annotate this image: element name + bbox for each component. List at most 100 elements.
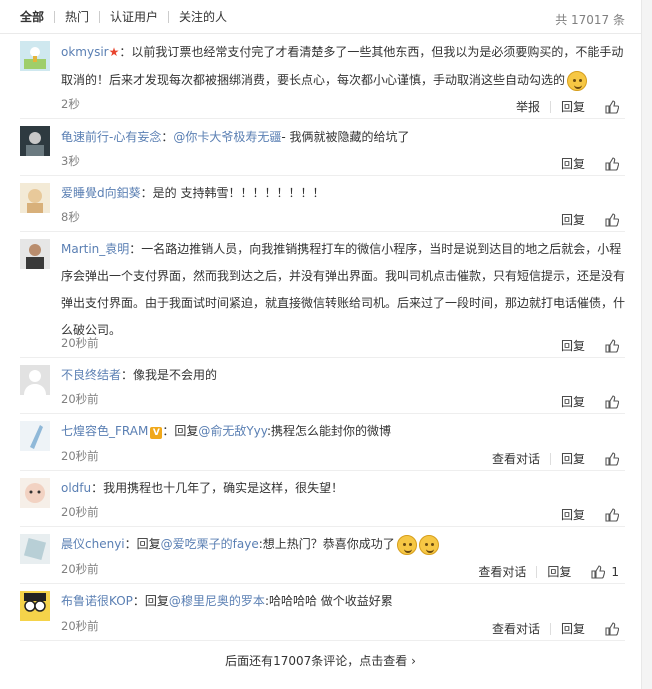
timestamp: 8秒 (61, 210, 80, 224)
comment-actions: 查看对话 回复 (482, 622, 619, 636)
comment-text: ：以前我订票也经常支付完了才看清楚多了一些其他东西，但我以为是必须要购买的，不能… (61, 45, 624, 87)
thumbs-up-icon (605, 452, 619, 466)
username[interactable]: 不良终结者 (61, 368, 121, 382)
view-thread-button[interactable]: 查看对话 (482, 623, 551, 635)
comment-actions: 查看对话 回复 1 (468, 565, 619, 579)
like-count: 1 (611, 565, 619, 579)
comment-body: oldfu：我用携程也十几年了，确实是这样，很失望！ (61, 475, 625, 502)
timestamp: 20秒前 (61, 619, 99, 633)
mention-link[interactable]: @穆里尼奥的罗本 (169, 594, 265, 608)
mention-link[interactable]: @你卡大爷极寿无疆 (173, 130, 281, 144)
comment-body: Martin_袁明：一名路边推销人员，向我推销携程打车的微信小程序，当时是说到达… (61, 236, 625, 344)
reply-button[interactable]: 回复 (537, 566, 581, 578)
like-button[interactable] (595, 339, 619, 353)
comment-actions: 举报 回复 (506, 100, 619, 114)
comment-item: 布鲁诺很KOP：回复@穆里尼奥的罗本:哈哈哈哈 做个收益好累 20秒前 查看对话… (20, 585, 625, 641)
avatar[interactable] (20, 421, 50, 451)
filter-tabs: 全部 热门 认证用户 关注的人 共 17017 条 (0, 0, 641, 34)
like-button[interactable] (595, 213, 619, 227)
view-thread-button[interactable]: 查看对话 (468, 566, 538, 578)
username[interactable]: 七煌容色_FRAM (61, 424, 148, 438)
comment-body: 布鲁诺很KOP：回复@穆里尼奥的罗本:哈哈哈哈 做个收益好累 (61, 588, 625, 615)
comment-actions: 回复 (551, 157, 619, 171)
like-button[interactable] (595, 508, 619, 522)
thumbs-up-icon (605, 339, 619, 353)
thumbs-up-icon (605, 508, 619, 522)
thumbs-up-icon (605, 622, 619, 636)
comment-prefix: ： (161, 130, 174, 144)
comment-prefix: ：回复 (162, 424, 199, 438)
comment-body: 爱睡覺d向鈤葵：是的 支持韩雪！！！！！！！！ (61, 180, 625, 207)
username[interactable]: Martin_袁明 (61, 242, 129, 256)
thumbs-up-icon (605, 213, 619, 227)
like-button[interactable] (595, 100, 619, 114)
scrollbar[interactable] (642, 0, 652, 689)
like-button[interactable] (595, 452, 619, 466)
reply-button[interactable]: 回复 (551, 101, 595, 113)
username[interactable]: 晨仪chenyi (61, 537, 125, 551)
avatar[interactable] (20, 239, 50, 269)
timestamp: 20秒前 (61, 336, 99, 350)
mention-link[interactable]: @爱吃栗子的faye (161, 537, 259, 551)
comment-text: ：是的 支持韩雪！！！！！！！！ (140, 186, 325, 200)
avatar[interactable] (20, 126, 50, 156)
avatar[interactable] (20, 41, 50, 71)
timestamp: 20秒前 (61, 505, 99, 519)
like-button[interactable] (595, 622, 619, 636)
total-count: 共 17017 条 (555, 13, 625, 27)
like-button[interactable]: 1 (581, 565, 619, 579)
reply-button[interactable]: 回复 (551, 340, 595, 352)
avatar[interactable] (20, 591, 50, 621)
timestamp: 20秒前 (61, 562, 99, 576)
username[interactable]: okmysir (61, 45, 109, 59)
reply-button[interactable]: 回复 (551, 453, 595, 465)
thumbs-up-icon (605, 100, 619, 114)
view-thread-button[interactable]: 查看对话 (482, 453, 551, 465)
like-button[interactable] (595, 157, 619, 171)
timestamp: 20秒前 (61, 449, 99, 463)
thumbs-up-icon (605, 395, 619, 409)
mention-link[interactable]: @俞无敌Yyy (198, 424, 267, 438)
reply-button[interactable]: 回复 (551, 214, 595, 226)
report-button[interactable]: 举报 (506, 101, 551, 113)
avatar[interactable] (20, 183, 50, 213)
reply-button[interactable]: 回复 (551, 623, 595, 635)
timestamp: 20秒前 (61, 392, 99, 406)
like-button[interactable] (595, 395, 619, 409)
avatar[interactable] (20, 365, 50, 395)
comment-text: ：像我是不会用的 (121, 368, 218, 382)
reply-button[interactable]: 回复 (551, 509, 595, 521)
comment-item: 七煌容色_FRAM V ：回复@俞无敌Yyy:携程怎么能封你的微博 20秒前 查看对… (20, 415, 625, 471)
avatar[interactable] (20, 534, 50, 564)
username[interactable]: 龟速前行-心有妄念 (61, 130, 161, 144)
comment-item: 爱睡覺d向鈤葵：是的 支持韩雪！！！！！！！！ 8秒 回复 (20, 177, 625, 232)
username[interactable]: 布鲁诺很KOP (61, 594, 133, 608)
comment-item: 不良终结者：像我是不会用的 20秒前 回复 (20, 359, 625, 414)
reply-button[interactable]: 回复 (551, 396, 595, 408)
comment-actions: 回复 (551, 508, 619, 522)
avatar[interactable] (20, 478, 50, 508)
comment-text: ：一名路边推销人员，向我推销携程打车的微信小程序，当时是说到达目的地之后就会，小… (61, 242, 626, 337)
comment-panel: 全部 热门 认证用户 关注的人 共 17017 条 okmysir★：以前我订票… (0, 0, 642, 689)
reply-button[interactable]: 回复 (551, 158, 595, 170)
comment-text: :想上热门？恭喜你成功了 (258, 537, 395, 551)
load-more-text: 后面还有17007条评论，点击查看 (225, 654, 408, 668)
load-more-link[interactable]: 后面还有17007条评论，点击查看 › (0, 652, 641, 669)
username[interactable]: oldfu (61, 481, 91, 495)
comment-actions: 回复 (551, 395, 619, 409)
comment-text: :哈哈哈哈 做个收益好累 (264, 594, 393, 608)
comment-item: okmysir★：以前我订票也经常支付完了才看清楚多了一些其他东西，但我以为是必… (20, 35, 625, 119)
tab-verified[interactable]: 认证用户 (99, 10, 168, 23)
comment-body: 不良终结者：像我是不会用的 (61, 362, 625, 389)
shy-emoji-icon (567, 70, 588, 91)
comment-actions: 回复 (551, 213, 619, 227)
username[interactable]: 爱睡覺d向鈤葵 (61, 186, 141, 200)
surprised-emoji-icon (396, 534, 417, 555)
comment-item: Martin_袁明：一名路边推销人员，向我推销携程打车的微信小程序，当时是说到达… (20, 233, 625, 358)
comment-prefix: ：回复 (132, 594, 169, 608)
verified-badge-icon: V (150, 427, 163, 439)
comment-body: 晨仪chenyi：回复@爱吃栗子的faye:想上热门？恭喜你成功了 (61, 531, 625, 558)
tab-all[interactable]: 全部 (20, 11, 54, 23)
tab-hot[interactable]: 热门 (54, 10, 99, 23)
tab-following[interactable]: 关注的人 (168, 10, 237, 23)
